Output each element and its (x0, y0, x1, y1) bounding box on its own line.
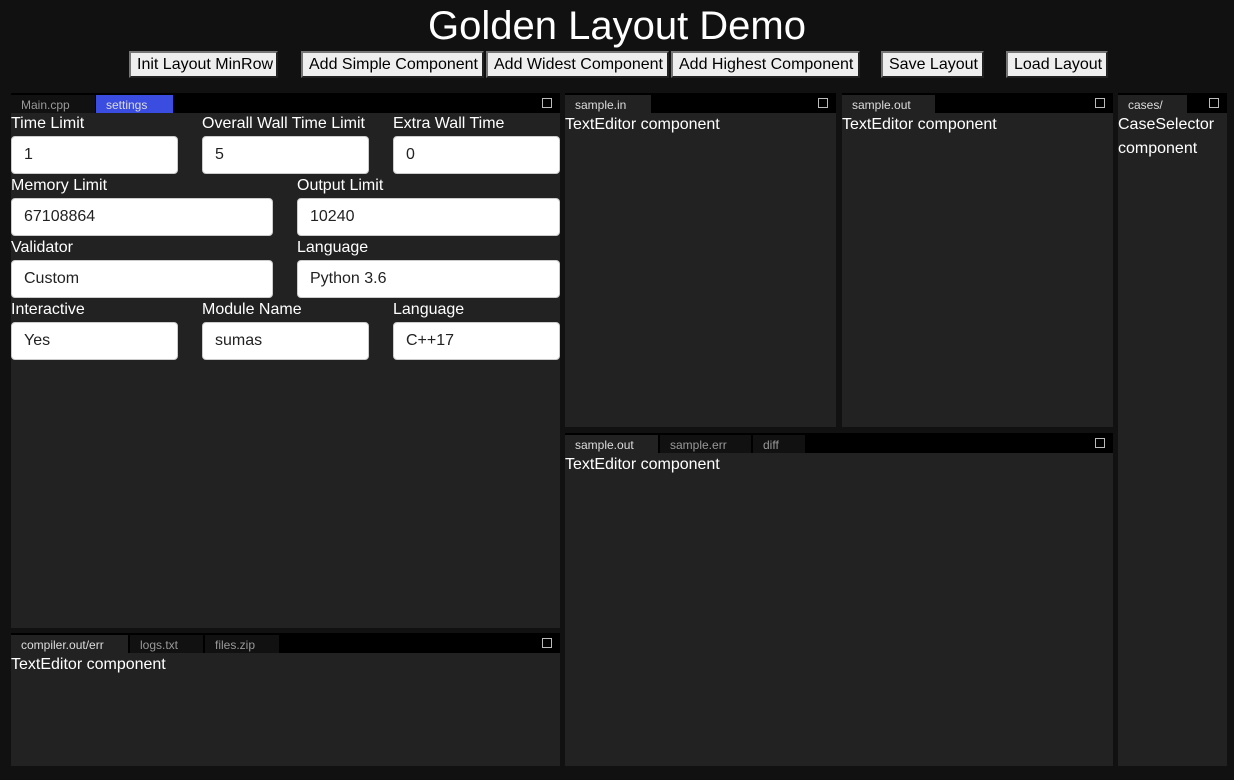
extra-wall-time-input[interactable]: 0 (393, 136, 560, 174)
save-layout-button[interactable]: Save Layout (881, 51, 984, 78)
validator-label: Validator (11, 239, 73, 256)
extra-wall-time-label: Extra Wall Time (393, 115, 505, 132)
tab-logs-txt[interactable]: logs.txt (130, 635, 203, 653)
maximize-icon[interactable] (1095, 98, 1105, 108)
interactive-input[interactable]: Yes (11, 322, 178, 360)
tab-bar: Main.cpp settings (11, 93, 560, 113)
add-highest-component-button[interactable]: Add Highest Component (671, 51, 860, 78)
tab-bar: sample.out sample.err diff (565, 433, 1113, 453)
tab-diff[interactable]: diff (753, 435, 805, 453)
tab-sample-out[interactable]: sample.out (842, 95, 935, 113)
maximize-icon[interactable] (1095, 438, 1105, 448)
sample-in-panel: sample.in TextEditor component (565, 93, 836, 427)
compiler-panel: compiler.out/err logs.txt files.zip Text… (11, 633, 560, 766)
tab-bar: sample.out (842, 93, 1113, 113)
add-simple-component-button[interactable]: Add Simple Component (301, 51, 484, 78)
maximize-icon[interactable] (818, 98, 828, 108)
interactive-label: Interactive (11, 301, 85, 318)
case-selector[interactable]: CaseSelector component (1118, 113, 1227, 766)
time-limit-label: Time Limit (11, 115, 85, 132)
module-name-label: Module Name (202, 301, 302, 318)
settings-form: Time Limit 1 Overall Wall Time Limit 5 E… (11, 113, 560, 628)
load-layout-button[interactable]: Load Layout (1006, 51, 1108, 78)
tab-compiler-out-err[interactable]: compiler.out/err (11, 635, 128, 653)
settings-panel: Main.cpp settings Time Limit 1 Overall W… (11, 93, 560, 628)
maximize-icon[interactable] (1209, 98, 1219, 108)
overall-wall-time-input[interactable]: 5 (202, 136, 369, 174)
module-name-input[interactable]: sumas (202, 322, 369, 360)
overall-wall-time-label: Overall Wall Time Limit (202, 115, 365, 132)
output-limit-input[interactable]: 10240 (297, 198, 560, 236)
tab-settings[interactable]: settings (96, 95, 173, 113)
tab-bar: sample.in (565, 93, 836, 113)
validator-language-label: Language (297, 239, 369, 256)
memory-limit-input[interactable]: 67108864 (11, 198, 273, 236)
tab-main-cpp[interactable]: Main.cpp (11, 95, 95, 113)
text-editor[interactable]: TextEditor component (11, 653, 560, 766)
time-limit-input[interactable]: 1 (11, 136, 178, 174)
tab-files-zip[interactable]: files.zip (205, 635, 279, 653)
validator-language-input[interactable]: Python 3.6 (297, 260, 560, 298)
tab-sample-out[interactable]: sample.out (565, 435, 658, 453)
validator-input[interactable]: Custom (11, 260, 273, 298)
maximize-icon[interactable] (542, 98, 552, 108)
output-panel: sample.out sample.err diff TextEditor co… (565, 433, 1113, 766)
page-title: Golden Layout Demo (427, 4, 806, 48)
text-editor[interactable]: TextEditor component (842, 113, 1113, 427)
tab-bar: compiler.out/err logs.txt files.zip (11, 633, 560, 653)
tab-bar: cases/ (1118, 93, 1227, 113)
add-widest-component-button[interactable]: Add Widest Component (486, 51, 669, 78)
cases-panel: cases/ CaseSelector component (1118, 93, 1227, 766)
tab-cases[interactable]: cases/ (1118, 95, 1187, 113)
interactive-language-input[interactable]: C++17 (393, 322, 560, 360)
sample-out-panel: sample.out TextEditor component (842, 93, 1113, 427)
text-editor[interactable]: TextEditor component (565, 113, 836, 427)
memory-limit-label: Memory Limit (11, 177, 108, 194)
maximize-icon[interactable] (542, 638, 552, 648)
output-limit-label: Output Limit (297, 177, 384, 194)
interactive-language-label: Language (393, 301, 465, 318)
tab-sample-err[interactable]: sample.err (660, 435, 751, 453)
tab-sample-in[interactable]: sample.in (565, 95, 651, 113)
text-editor[interactable]: TextEditor component (565, 453, 1113, 766)
init-layout-button[interactable]: Init Layout MinRow (129, 51, 278, 78)
